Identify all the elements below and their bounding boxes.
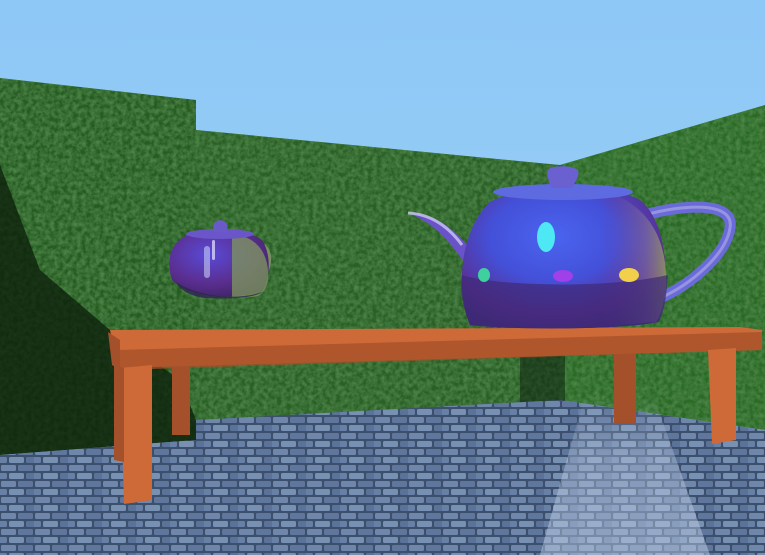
highlight-cyan xyxy=(537,222,555,252)
teapot-small-sheen xyxy=(204,246,210,278)
table-leg-front-left-shade xyxy=(114,365,124,462)
table-leg-front-right xyxy=(708,348,736,444)
highlight-magenta xyxy=(553,270,573,282)
rendered-scene xyxy=(0,0,765,555)
table-leg-front-left xyxy=(120,365,152,504)
highlight-yellow xyxy=(619,268,639,282)
table-leg-back-right xyxy=(614,345,636,423)
highlight-green xyxy=(478,268,490,282)
